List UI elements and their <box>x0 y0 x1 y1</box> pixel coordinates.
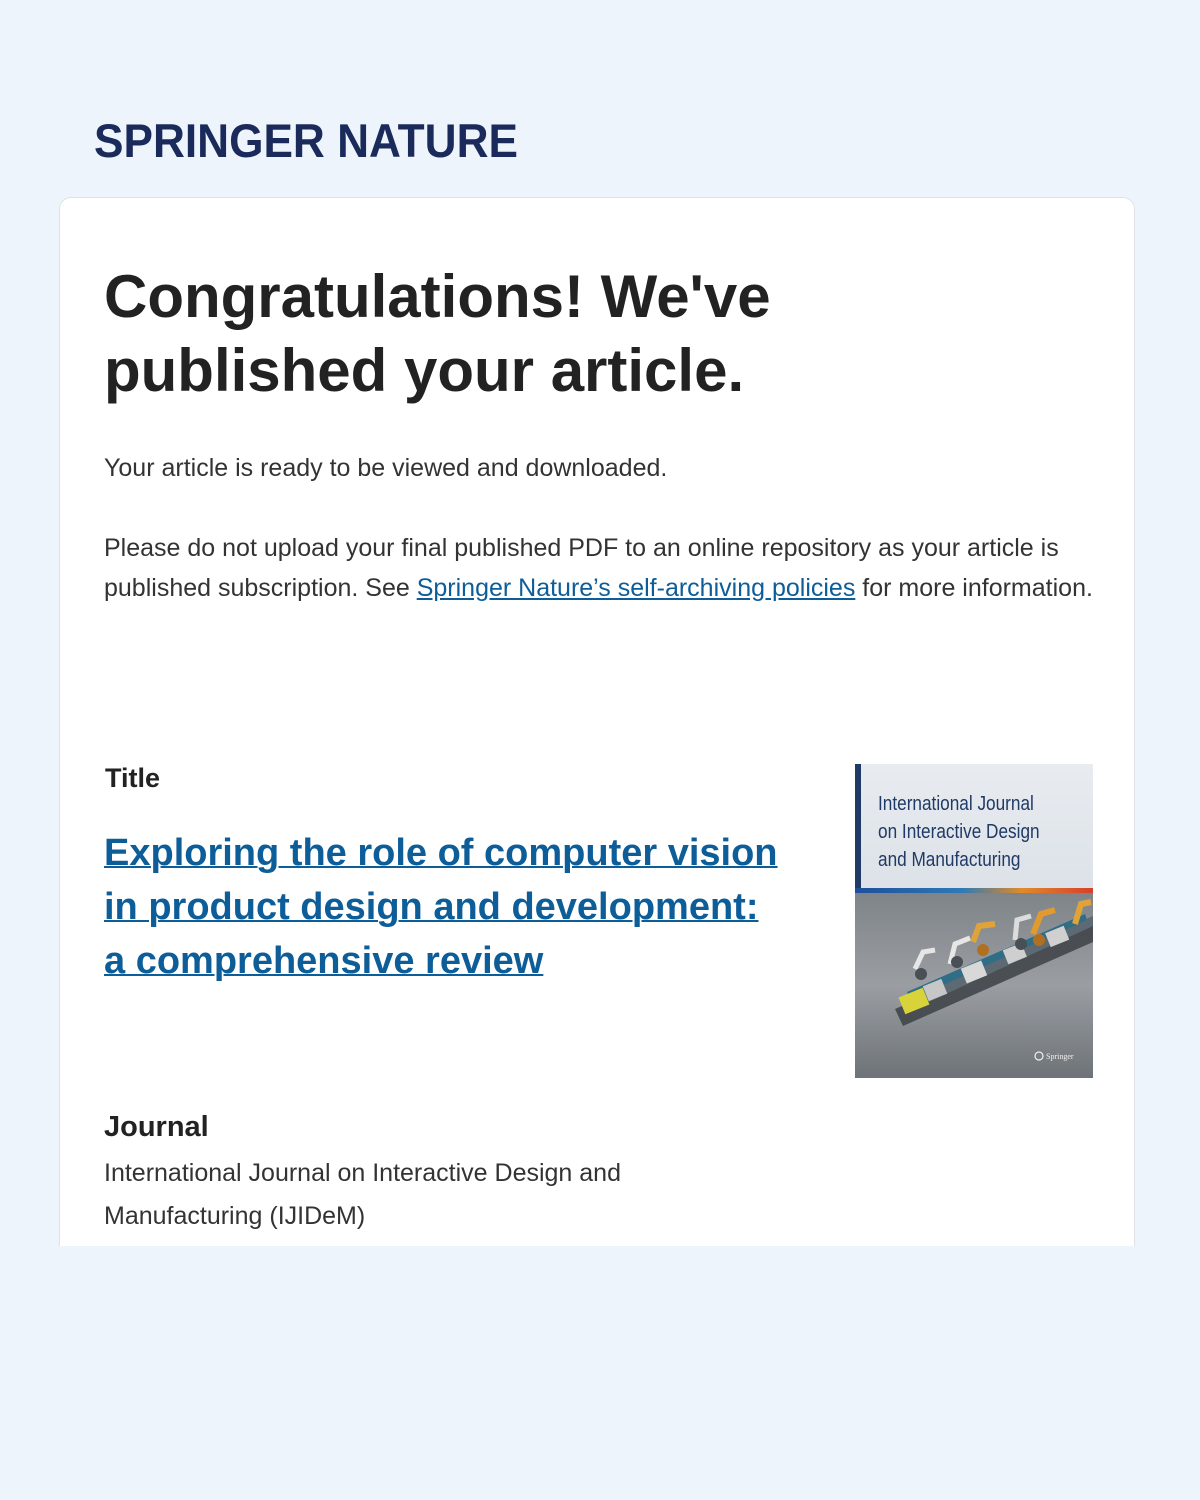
journal-name: International Journal on Interactive Des… <box>104 1159 621 1230</box>
cover-title-line-3: and Manufacturing <box>878 849 1021 871</box>
journal-cover-image[interactable]: Springer International Journal on Intera… <box>855 764 1093 1078</box>
springer-nature-logo: SPRINGER NATURE <box>94 112 534 168</box>
cover-title-line-2: on Interactive Design <box>878 821 1040 843</box>
cover-journal-title: International Journal on Interactive Des… <box>878 790 1059 874</box>
logo-wordmark: SPRINGER NATURE <box>94 114 518 167</box>
repository-notice: Please do not upload your final publishe… <box>104 529 1104 608</box>
notification-card: Congratulations! We've published your ar… <box>59 197 1135 1246</box>
cover-title-line-1: International Journal <box>878 793 1034 815</box>
journal-label: Journal <box>104 1111 209 1143</box>
notice-text-after: for more information. <box>855 573 1093 602</box>
article-title-link[interactable]: Exploring the role of computer vision in… <box>104 832 778 982</box>
article-title: Exploring the role of computer vision in… <box>104 826 784 988</box>
headline: Congratulations! We've published your ar… <box>104 263 771 404</box>
self-archiving-policies-link[interactable]: Springer Nature’s self-archiving policie… <box>417 574 856 602</box>
title-label: Title <box>105 763 161 793</box>
ready-message: Your article is ready to be viewed and d… <box>104 454 668 482</box>
springer-publisher-mark: Springer <box>1046 1052 1074 1061</box>
